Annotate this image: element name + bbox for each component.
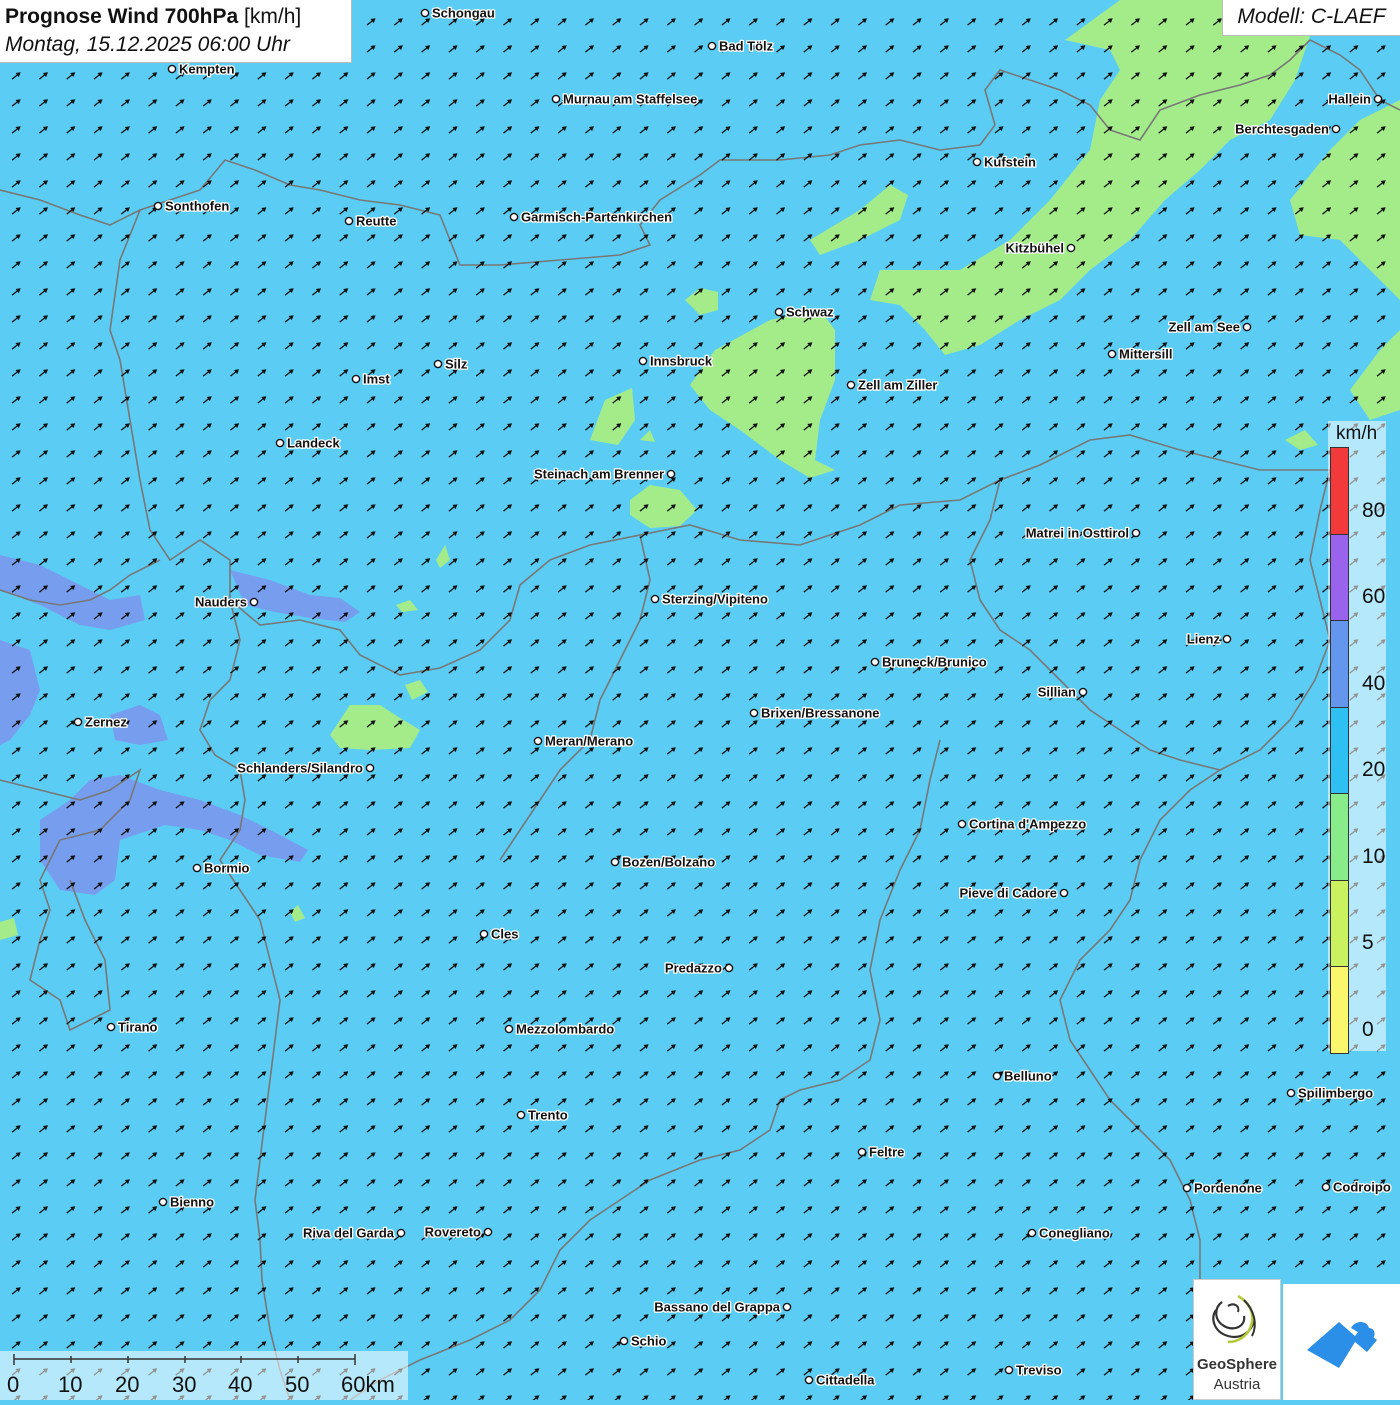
- legend-swatch-60: [1330, 533, 1349, 621]
- city-riva-del-garda: Riva del Garda: [302, 1224, 406, 1242]
- city-matrei-in-osttirol: Matrei in Osttirol: [1024, 524, 1141, 542]
- city-bozen-bolzano: Bozen/Bolzano: [610, 853, 717, 871]
- title-unit: [km/h]: [244, 5, 302, 28]
- city-pieve-di-cadore: Pieve di Cadore: [958, 884, 1069, 902]
- city-schlanders-silandro: Schlanders/Silandro: [236, 759, 375, 777]
- title-main: Prognose Wind 700hPa: [5, 5, 239, 28]
- title-box: Prognose Wind 700hPa [km/h] Montag, 15.1…: [0, 0, 352, 63]
- city-mezzolombardo: Mezzolombardo: [504, 1020, 616, 1038]
- legend-swatch-80: [1330, 447, 1349, 535]
- city-codroipo: Codroipo: [1321, 1178, 1392, 1196]
- city-garmisch-partenkirchen: Garmisch-Partenkirchen: [509, 208, 673, 226]
- scale-bar: 0 10 20 30 40 50 60km: [0, 1351, 408, 1400]
- scale-label-40: 40: [228, 1372, 253, 1397]
- city-pordenone: Pordenone: [1182, 1179, 1263, 1197]
- city-berchtesgaden: Berchtesgaden: [1234, 120, 1341, 138]
- scale-label-20: 20: [115, 1372, 140, 1397]
- city-sonthofen: Sonthofen: [153, 197, 231, 215]
- legend-unit: km/h: [1336, 423, 1378, 444]
- legend-label-40: 40: [1362, 671, 1386, 695]
- forecast-datetime: Montag, 15.12.2025 06:00 Uhr: [5, 33, 290, 56]
- legend-label-0: 0: [1362, 1017, 1374, 1041]
- geosphere-name: GeoSphere: [1196, 1356, 1278, 1373]
- city-steinach-am-brenner: Steinach am Brenner: [533, 465, 676, 483]
- city-innsbruck: Innsbruck: [638, 352, 714, 370]
- city-brixen-bressanone: Brixen/Bressanone: [749, 704, 881, 722]
- legend-swatch-5: [1330, 879, 1349, 967]
- city-zell-am-see: Zell am See: [1167, 318, 1252, 336]
- legend-label-10: 10: [1362, 844, 1386, 868]
- scale-label-0: 0: [7, 1372, 20, 1397]
- scale-label-30: 30: [172, 1372, 197, 1397]
- geosphere-country: Austria: [1213, 1376, 1261, 1393]
- city-murnau-am-staffelsee: Murnau am Staffelsee: [551, 90, 699, 108]
- city-meran-merano: Meran/Merano: [533, 732, 634, 750]
- city-bad-t-lz: Bad Tölz: [707, 37, 775, 55]
- city-kempten: Kempten: [167, 60, 236, 78]
- city-spilimbergo: Spilimbergo: [1286, 1084, 1374, 1102]
- legend-swatch-20: [1330, 706, 1349, 794]
- city-bassano-del-grappa: Bassano del Grappa: [653, 1298, 792, 1316]
- geosphere-swirl-icon: [1212, 1294, 1256, 1344]
- legend-swatch-40: [1330, 620, 1349, 708]
- legend-label-20: 20: [1362, 758, 1386, 781]
- mountain-arrow-icon: [1307, 1322, 1377, 1368]
- city-bruneck-brunico: Bruneck/Brunico: [870, 653, 988, 671]
- city-schongau: Schongau: [420, 4, 496, 22]
- forecast-map[interactable]: Schongau Bad Tölz Kempten Murnau am Staffel…: [0, 0, 1400, 1400]
- geosphere-logo[interactable]: GeoSphere Austria: [1193, 1279, 1281, 1400]
- legend-swatch-0: [1330, 966, 1349, 1054]
- legend-label-80: 80: [1362, 498, 1386, 522]
- legend-label-5: 5: [1362, 931, 1374, 954]
- legend-label-60: 60: [1362, 585, 1386, 608]
- model-label: Modell: C-LAEF: [1222, 0, 1400, 36]
- color-legend: km/h 80 60 40 20 10 5 0: [1328, 421, 1386, 1054]
- city-cittadella: Cittadella: [804, 1371, 877, 1389]
- city-sterzing-vipiteno: Sterzing/Vipiteno: [650, 590, 769, 608]
- scale-label-50: 50: [285, 1372, 310, 1397]
- map-title: Prognose Wind 700hPa [km/h]: [5, 3, 346, 31]
- city-zell-am-ziller: Zell am Ziller: [846, 376, 939, 394]
- city-conegliano: Conegliano: [1027, 1224, 1111, 1242]
- weather-app-logo[interactable]: [1283, 1284, 1400, 1400]
- city-cortina-d-ampezzo: Cortina d'Ampezzo: [957, 815, 1088, 833]
- city-landeck: Landeck: [275, 434, 342, 452]
- scale-label-60km: 60km: [341, 1372, 395, 1397]
- legend-swatch-10: [1330, 793, 1349, 881]
- scale-label-10: 10: [58, 1372, 83, 1397]
